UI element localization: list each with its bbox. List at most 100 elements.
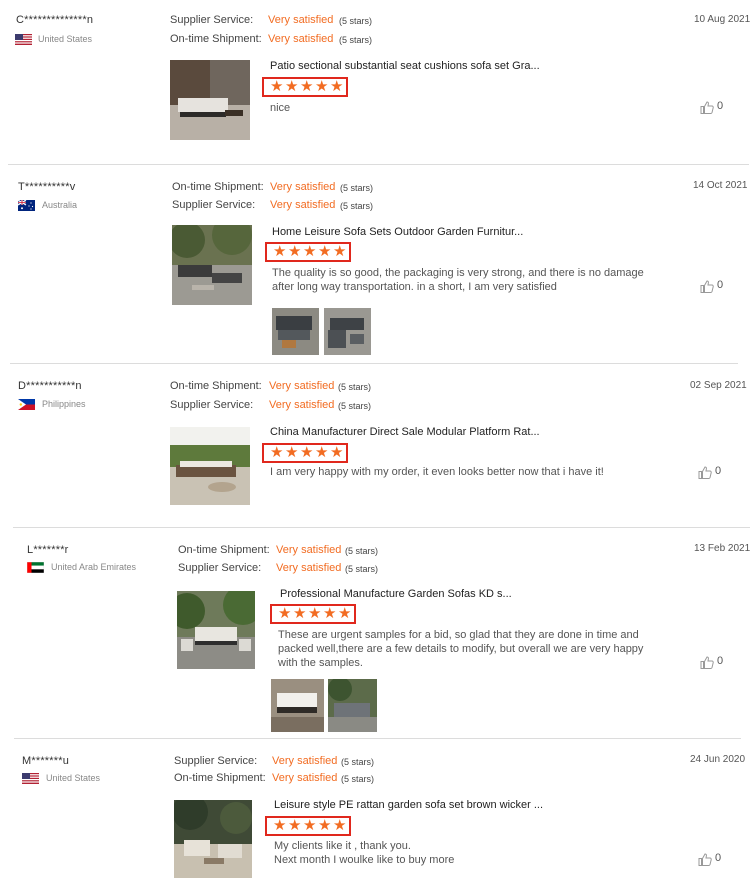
rating-value: Very satisfied [270, 199, 336, 211]
star-icon: ★ [273, 817, 287, 834]
thumbs-up-icon [700, 280, 714, 293]
star-icon: ★ [330, 444, 344, 461]
rating-stars-text: (5 stars) [340, 201, 374, 211]
rating-stars-text: (5 stars) [339, 16, 373, 26]
star-icon: ★ [285, 444, 299, 461]
review-photo[interactable] [324, 308, 371, 355]
like-count: 0 [715, 852, 722, 864]
star-icon: ★ [293, 605, 307, 622]
review-photo[interactable] [271, 679, 324, 732]
star-icon: ★ [315, 78, 329, 95]
review-date: 13 Feb 2021 [694, 543, 750, 554]
rating-value: Very satisfied [272, 755, 338, 767]
product-thumbnail[interactable] [177, 591, 255, 669]
rating-value: Very satisfied [268, 14, 334, 26]
review-comment: These are urgent samples for a bid, so g… [278, 629, 644, 669]
review-date: 14 Oct 2021 [693, 180, 748, 191]
rating-stars-text: (5 stars) [338, 382, 372, 392]
like-count: 0 [717, 100, 724, 112]
star-icon: ★ [318, 243, 332, 260]
review-date: 02 Sep 2021 [690, 380, 747, 391]
star-icon: ★ [318, 817, 332, 834]
reviewer-country: Australia [42, 200, 78, 210]
rating-label: Supplier Service: [178, 562, 262, 574]
rating-label: Supplier Service: [172, 199, 256, 211]
us-flag-icon [15, 34, 32, 45]
reviewer-name: M*******u [22, 755, 70, 767]
star-icon: ★ [270, 444, 284, 461]
reviewer-country: United States [38, 34, 93, 44]
reviewer-name: T**********v [18, 181, 76, 193]
like-count: 0 [715, 465, 722, 477]
rating-stars-text: (5 stars) [345, 564, 379, 574]
rating-stars-text: (5 stars) [339, 35, 373, 45]
review-card: M*******u United States Supplier Service… [0, 739, 750, 894]
thumbs-up-icon [700, 656, 714, 669]
star-icon: ★ [300, 444, 314, 461]
star-icon: ★ [333, 817, 347, 834]
rating-value: Very satisfied [272, 772, 338, 784]
review-photo[interactable] [272, 308, 319, 355]
product-rating-stars: ★ ★ ★ ★ ★ [262, 443, 348, 463]
rating-value: Very satisfied [270, 181, 336, 193]
product-title-link[interactable]: Professional Manufacture Garden Sofas KD… [280, 588, 512, 600]
reviewer-name: C**************n [16, 14, 94, 26]
product-title-link[interactable]: Home Leisure Sofa Sets Outdoor Garden Fu… [272, 226, 523, 238]
product-title-link[interactable]: China Manufacturer Direct Sale Modular P… [270, 426, 540, 438]
rating-stars-text: (5 stars) [345, 546, 379, 556]
rating-label: Supplier Service: [170, 14, 254, 26]
star-icon: ★ [315, 444, 329, 461]
star-icon: ★ [270, 78, 284, 95]
rating-label: Supplier Service: [174, 755, 258, 767]
review-comment: My clients like it , thank you. Next mon… [274, 840, 455, 866]
reviewer-name: D***********n [18, 380, 82, 392]
review-comment: nice [270, 102, 291, 114]
au-flag-icon [18, 200, 35, 211]
star-icon: ★ [338, 605, 352, 622]
rating-stars-text: (5 stars) [341, 757, 375, 767]
product-thumbnail[interactable] [174, 800, 252, 878]
us-flag-icon [22, 773, 39, 784]
product-rating-stars: ★ ★ ★ ★ ★ [270, 604, 356, 624]
product-thumbnail[interactable] [170, 60, 250, 140]
product-thumbnail[interactable] [170, 427, 250, 505]
rating-value: Very satisfied [269, 380, 335, 392]
thumbs-up-icon [700, 101, 714, 114]
rating-label: On-time Shipment: [172, 181, 264, 193]
star-icon: ★ [308, 605, 322, 622]
rating-label: On-time Shipment: [174, 772, 266, 784]
star-icon: ★ [288, 243, 302, 260]
rating-stars-text: (5 stars) [341, 774, 375, 784]
product-thumbnail[interactable] [172, 225, 252, 305]
product-rating-stars: ★ ★ ★ ★ ★ [265, 816, 351, 836]
rating-label: On-time Shipment: [170, 380, 262, 392]
review-card: T**********v Australia On-time Shipment:… [0, 165, 750, 363]
review-card: C**************n United States Supplier … [0, 0, 750, 165]
product-rating-stars: ★ ★ ★ ★ ★ [265, 242, 351, 262]
rating-value: Very satisfied [268, 33, 334, 45]
thumbs-up-icon [698, 853, 712, 866]
review-photo[interactable] [328, 679, 377, 732]
product-rating-stars: ★ ★ ★ ★ ★ [262, 77, 348, 97]
star-icon: ★ [323, 605, 337, 622]
star-icon: ★ [285, 78, 299, 95]
like-count: 0 [717, 655, 724, 667]
rating-label: On-time Shipment: [178, 544, 270, 556]
review-comment: I am very happy with my order, it even l… [270, 466, 604, 478]
review-card: L*******r United Arab Emirates On-time S… [0, 528, 750, 738]
thumbs-up-icon [698, 466, 712, 479]
star-icon: ★ [333, 243, 347, 260]
ph-flag-icon [18, 399, 35, 410]
rating-value: Very satisfied [276, 544, 342, 556]
star-icon: ★ [300, 78, 314, 95]
rating-value: Very satisfied [269, 399, 335, 411]
review-date: 24 Jun 2020 [690, 754, 746, 765]
product-title-link[interactable]: Patio sectional substantial seat cushion… [270, 60, 540, 72]
star-icon: ★ [273, 243, 287, 260]
reviewer-country: Philippines [42, 399, 86, 409]
product-title-link[interactable]: Leisure style PE rattan garden sofa set … [274, 799, 543, 811]
star-icon: ★ [330, 78, 344, 95]
star-icon: ★ [303, 243, 317, 260]
rating-stars-text: (5 stars) [338, 401, 372, 411]
reviewer-name: L*******r [27, 544, 69, 556]
